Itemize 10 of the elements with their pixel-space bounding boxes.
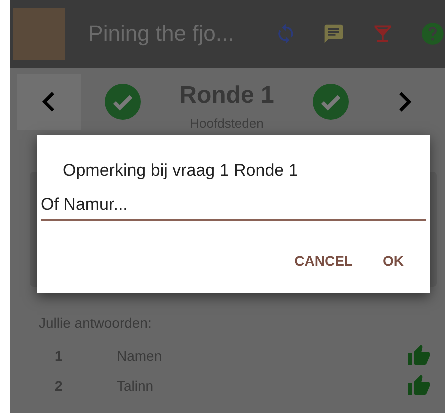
help-icon[interactable] <box>421 22 445 46</box>
cancel-button[interactable]: CANCEL <box>286 245 361 277</box>
comment-input-field[interactable]: Of Namur... <box>41 191 426 221</box>
check-circle-icon <box>105 84 141 120</box>
previous-button[interactable] <box>17 74 81 130</box>
dialog-title: Opmerking bij vraag 1 Ronde 1 <box>63 161 300 181</box>
app-logo-placeholder <box>13 8 65 60</box>
ok-button[interactable]: OK <box>375 245 412 277</box>
check-circle-icon <box>313 84 349 120</box>
chat-icon[interactable] <box>323 23 346 45</box>
